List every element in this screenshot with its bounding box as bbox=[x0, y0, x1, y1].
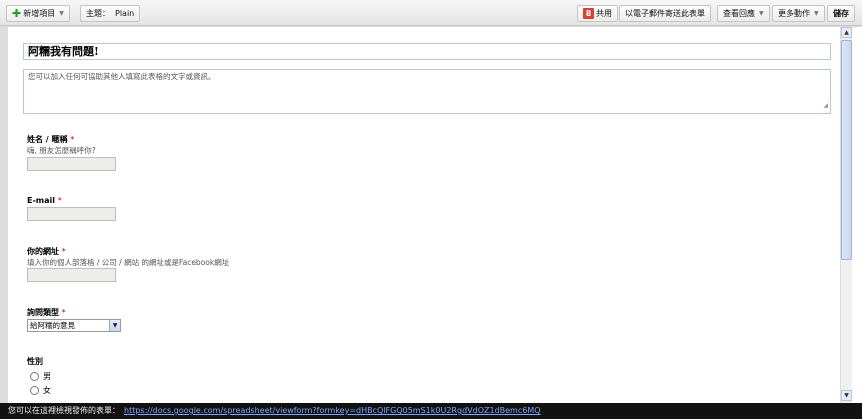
status-text: 您可以在這裡檢視發佈的表單： bbox=[8, 406, 120, 415]
question-label: 性別 bbox=[27, 356, 43, 367]
toolbar: ✚ 新增項目 ▼ 主題： Plain 8 共用 以電子郵件寄送此表單 查看回應 … bbox=[0, 0, 862, 26]
chevron-down-icon: ▼ bbox=[814, 10, 819, 17]
radio-label: 男 bbox=[43, 372, 51, 381]
question-label-text: 詢問類型 bbox=[27, 308, 59, 317]
form-editor: 阿糯我有問題! 您可以加入任何可協助其他人填寫此表格的文字或資訊。 ◢ 姓名 /… bbox=[0, 27, 840, 403]
radio-label: 女 bbox=[43, 386, 51, 395]
radio-button[interactable] bbox=[30, 372, 39, 381]
chevron-down-icon: ▼ bbox=[59, 10, 64, 17]
question-help: 嗨, 朋友怎麼稱呼你? bbox=[27, 146, 96, 155]
radio-option-male[interactable]: 男 bbox=[30, 371, 51, 382]
scroll-up-icon[interactable]: ▲ bbox=[841, 27, 852, 38]
form-description-text: 您可以加入任何可協助其他人填寫此表格的文字或資訊。 bbox=[28, 72, 216, 81]
save-button[interactable]: 儲存 bbox=[827, 5, 855, 22]
question-label-text: E-mail bbox=[27, 196, 56, 205]
question-label-text: 姓名 / 暱稱 bbox=[27, 135, 68, 144]
required-marker: * bbox=[70, 135, 75, 144]
question-label-text: 你的網址 bbox=[27, 247, 59, 256]
required-marker: * bbox=[61, 308, 66, 317]
share-button[interactable]: 8 共用 bbox=[577, 5, 618, 22]
inquiry-type-select[interactable]: 給阿糯的意見 ▼ bbox=[27, 319, 121, 332]
email-field[interactable] bbox=[27, 207, 116, 221]
question-label: 詢問類型 * bbox=[27, 307, 66, 318]
form-title-input[interactable]: 阿糯我有問題! bbox=[23, 43, 831, 60]
view-responses-button[interactable]: 查看回應 ▼ bbox=[717, 5, 770, 22]
question-label-text: 性別 bbox=[27, 357, 43, 366]
scroll-down-icon[interactable]: ▼ bbox=[841, 390, 852, 401]
status-bar: 您可以在這裡檢視發佈的表單： https://docs.google.com/sp… bbox=[0, 403, 862, 419]
radio-button[interactable] bbox=[30, 386, 39, 395]
question-help: 填入你的個人部落格 / 公司 / 網站 的網址或是Facebook網址 bbox=[27, 258, 230, 267]
google-icon: 8 bbox=[583, 8, 594, 19]
theme-value: Plain bbox=[115, 9, 135, 18]
website-field[interactable] bbox=[27, 268, 116, 282]
theme-label: 主題： bbox=[86, 9, 110, 18]
plus-icon: ✚ bbox=[12, 7, 22, 20]
question-label: 你的網址 * bbox=[27, 246, 66, 257]
select-value: 給阿糯的意見 bbox=[30, 321, 75, 330]
required-marker: * bbox=[57, 196, 62, 205]
new-item-button[interactable]: ✚ 新增項目 ▼ bbox=[6, 5, 70, 22]
save-label: 儲存 bbox=[833, 9, 849, 18]
vertical-scrollbar[interactable]: ▲ ▼ bbox=[840, 27, 852, 403]
page-gutter bbox=[852, 27, 862, 403]
resize-handle-icon[interactable]: ◢ bbox=[823, 100, 828, 112]
view-responses-label: 查看回應 bbox=[723, 9, 755, 18]
more-actions-button[interactable]: 更多動作 ▼ bbox=[772, 5, 825, 22]
theme-button[interactable]: 主題： Plain bbox=[80, 5, 141, 22]
form-description-input[interactable]: 您可以加入任何可協助其他人填寫此表格的文字或資訊。 ◢ bbox=[23, 69, 831, 114]
question-label: E-mail * bbox=[27, 196, 62, 205]
question-label: 姓名 / 暱稱 * bbox=[27, 134, 74, 145]
scrollbar-thumb[interactable] bbox=[841, 40, 852, 260]
email-form-button[interactable]: 以電子郵件寄送此表單 bbox=[619, 5, 711, 22]
chevron-down-icon: ▼ bbox=[759, 10, 764, 17]
chevron-down-icon: ▼ bbox=[109, 320, 120, 331]
required-marker: * bbox=[61, 247, 66, 256]
name-field[interactable] bbox=[27, 157, 116, 171]
email-form-label: 以電子郵件寄送此表單 bbox=[625, 9, 705, 18]
share-label: 共用 bbox=[596, 9, 612, 18]
new-item-label: 新增項目 bbox=[23, 9, 56, 18]
more-actions-label: 更多動作 bbox=[778, 9, 810, 18]
published-form-link[interactable]: https://docs.google.com/spreadsheet/view… bbox=[124, 406, 541, 415]
radio-option-female[interactable]: 女 bbox=[30, 385, 51, 396]
